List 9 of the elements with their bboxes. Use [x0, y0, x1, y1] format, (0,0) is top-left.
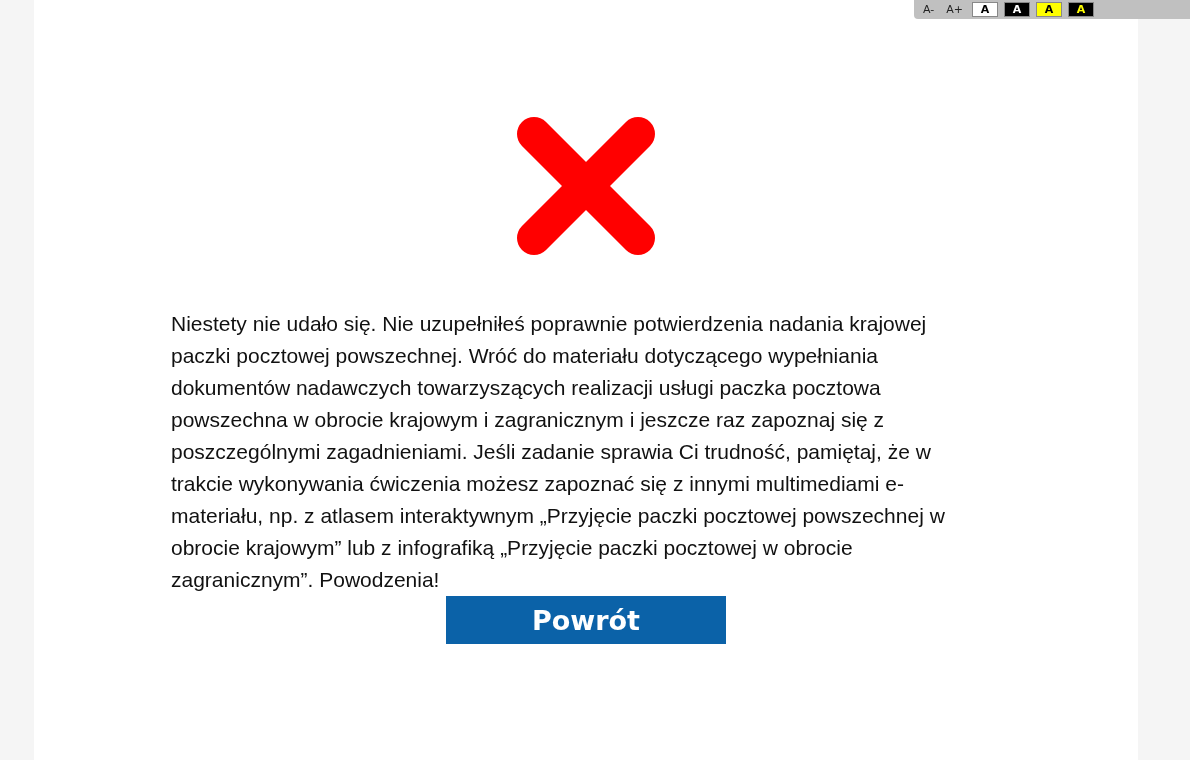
cross-icon	[516, 116, 656, 256]
font-size-button[interactable]: A+	[943, 3, 966, 16]
contrast-button[interactable]: A	[1004, 2, 1030, 17]
font-size-button[interactable]: A-	[920, 3, 938, 16]
contrast-button[interactable]: A	[1036, 2, 1062, 17]
result-message: Niestety nie udało się. Nie uzupełniłeś poprawnie potwierdzenia nadania krajowej paczki pocztowej powszechnej. Wróć do materiału dotyczącego wypełniania dokumentów nadawczych towarzyszących realizacji usługi paczka pocztowa powszechna w obrocie krajowym i zagranicznym i jeszcze raz zapoznaj się z poszczególnymi zagadnieniami. Jeśli zadanie sprawia Ci trudność, pamiętaj, że w trakcie wykonywania ćwiczenia możesz zapoznać się z innymi multimediami e-materiału, np. z atlasem interaktywnym „Przyjęcie paczki pocztowej powszechnej w obrocie krajowym” lub z infografiką „Przyjęcie paczki pocztowej w obrocie zagranicznym”. Powodzenia!	[171, 311, 946, 593]
back-button[interactable]: Powrót	[446, 596, 726, 644]
contrast-button[interactable]: A	[1068, 2, 1094, 17]
contrast-button[interactable]: A	[972, 2, 998, 17]
